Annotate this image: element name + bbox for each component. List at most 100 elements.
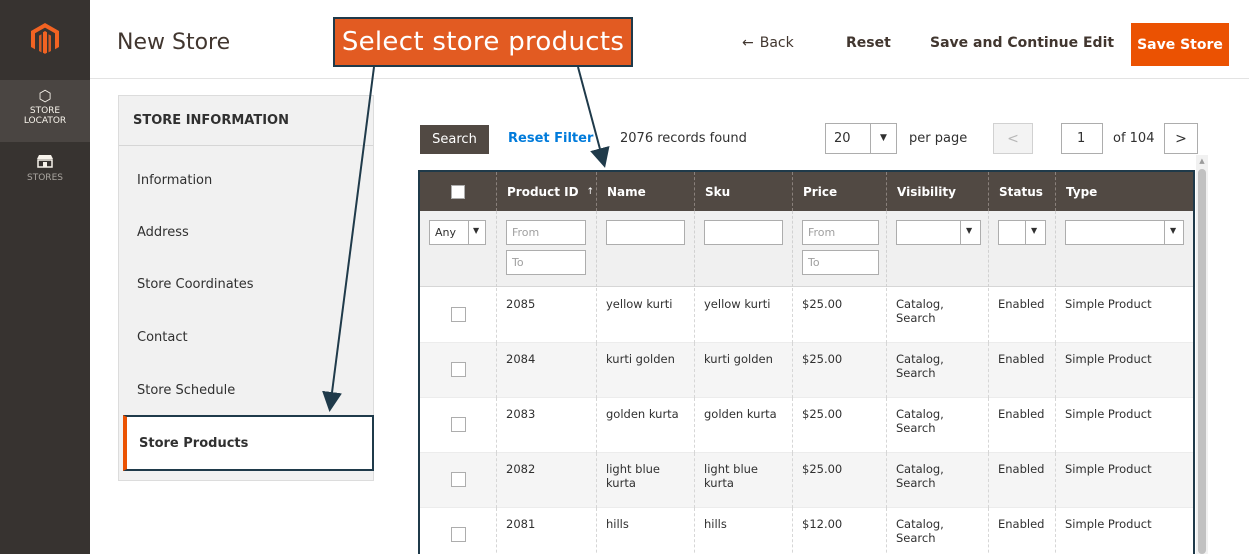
filter-visibility-select[interactable]: ▼ (896, 220, 981, 245)
arrow-left-icon: ← (742, 35, 754, 51)
back-button[interactable]: ← Back (742, 35, 794, 51)
table-row[interactable]: 2081 hills hills $12.00 Catalog, Search Enabl… (420, 508, 1193, 554)
save-store-button[interactable]: Save Store (1131, 23, 1229, 66)
cell-price: $25.00 (792, 398, 886, 453)
cell-visibility: Catalog, Search (886, 453, 988, 508)
filter-in-selection-select[interactable]: Any ▼ (429, 220, 486, 245)
table-row[interactable]: 2082 light blue kurta light blue kurta $25.… (420, 453, 1193, 508)
table-row[interactable]: 2085 yellow kurti yellow kurti $25.00 Catalo… (420, 288, 1193, 343)
column-sku[interactable]: Sku (694, 172, 792, 211)
nav-item-stores[interactable]: STORES (0, 150, 90, 190)
tab-store-schedule[interactable]: Store Schedule (119, 383, 373, 398)
nav-label-locator: LOCATOR (23, 116, 67, 126)
cell-select (420, 398, 496, 453)
cell-price: $25.00 (792, 343, 886, 398)
row-checkbox[interactable] (450, 362, 466, 377)
select-all-header (420, 172, 496, 211)
filter-name-cell (596, 211, 694, 287)
select-all-checkbox[interactable] (451, 184, 465, 199)
cell-price: $25.00 (792, 453, 886, 508)
filter-name-input[interactable] (606, 220, 685, 245)
table-row[interactable]: 2084 kurti golden kurti golden $25.00 Catalo… (420, 343, 1193, 398)
cell-name: hills (596, 508, 694, 554)
column-product-id[interactable]: Product ID ↑ (496, 172, 596, 211)
filter-sku-input[interactable] (704, 220, 783, 245)
cell-sku: golden kurta (694, 398, 792, 453)
save-and-continue-button[interactable]: Save and Continue Edit (930, 35, 1114, 51)
column-price[interactable]: Price (792, 172, 886, 211)
cell-sku: yellow kurti (694, 288, 792, 343)
grid-header: Product ID ↑ Name Sku Price Visibility St… (420, 172, 1193, 211)
reset-filter-link[interactable]: Reset Filter (508, 131, 593, 146)
row-checkbox[interactable] (450, 527, 466, 542)
nav-label-stores: STORES (27, 173, 63, 183)
filter-type-select[interactable]: ▼ (1065, 220, 1184, 245)
row-checkbox[interactable] (450, 307, 466, 322)
previous-page-button[interactable]: < (993, 123, 1033, 154)
filter-select-cell: Any ▼ (420, 211, 496, 287)
cell-sku: kurti golden (694, 343, 792, 398)
column-visibility[interactable]: Visibility (886, 172, 988, 211)
cell-select (420, 453, 496, 508)
column-name[interactable]: Name (596, 172, 694, 211)
cell-type: Simple Product (1055, 508, 1193, 554)
filter-type-cell: ▼ (1055, 211, 1193, 287)
magento-logo-icon[interactable] (0, 0, 90, 78)
reset-button[interactable]: Reset (846, 35, 891, 51)
per-page-value: 20 (834, 131, 851, 146)
page-number-input[interactable]: 1 (1061, 123, 1103, 154)
chevron-left-icon: < (1007, 130, 1019, 147)
tab-store-coordinates[interactable]: Store Coordinates (119, 277, 373, 292)
cell-select (420, 508, 496, 554)
grid-scrollbar[interactable]: ▲ (1196, 155, 1208, 554)
select-divider (1164, 221, 1165, 244)
annotation-callout: Select store products (333, 17, 633, 67)
search-button[interactable]: Search (420, 125, 489, 154)
row-checkbox[interactable] (450, 472, 466, 487)
header-divider (90, 78, 1249, 79)
cell-type: Simple Product (1055, 343, 1193, 398)
filter-visibility-cell: ▼ (886, 211, 988, 287)
filter-product-id-to[interactable]: To (506, 250, 586, 275)
filter-row: Any ▼ From To From To ▼ ▼ ▼ (420, 211, 1193, 287)
filter-status-cell: ▼ (988, 211, 1055, 287)
cell-name: light blue kurta (596, 453, 694, 508)
tab-address[interactable]: Address (119, 225, 373, 240)
store-information-title: STORE INFORMATION (133, 113, 289, 128)
select-divider (1025, 221, 1026, 244)
tab-information[interactable]: Information (119, 173, 373, 188)
tab-store-products[interactable]: Store Products (123, 415, 374, 471)
row-checkbox[interactable] (450, 417, 466, 432)
caret-down-icon: ▼ (880, 133, 887, 143)
products-grid: Product ID ↑ Name Sku Price Visibility St… (418, 170, 1195, 554)
scroll-up-icon[interactable]: ▲ (1196, 155, 1208, 167)
hexagon-icon: ⬡ (38, 87, 52, 105)
filter-product-id-from[interactable]: From (506, 220, 586, 245)
cell-visibility: Catalog, Search (886, 288, 988, 343)
caret-down-icon: ▼ (473, 226, 480, 235)
filter-product-id-cell: From To (496, 211, 596, 287)
storefront-icon (36, 154, 54, 171)
scrollbar-thumb[interactable] (1198, 169, 1206, 554)
cell-select (420, 288, 496, 343)
cell-type: Simple Product (1055, 453, 1193, 508)
per-page-select[interactable]: 20 ▼ (825, 123, 897, 154)
cell-type: Simple Product (1055, 288, 1193, 343)
table-row[interactable]: 2083 golden kurta golden kurta $25.00 Catalo… (420, 398, 1193, 453)
next-page-button[interactable]: > (1164, 123, 1198, 154)
column-status[interactable]: Status (988, 172, 1055, 211)
column-type[interactable]: Type (1055, 172, 1193, 211)
nav-label-store: STORE (29, 106, 61, 116)
cell-status: Enabled (988, 398, 1055, 453)
filter-price-from[interactable]: From (802, 220, 879, 245)
select-divider (468, 221, 469, 244)
filter-status-select[interactable]: ▼ (998, 220, 1046, 245)
cell-sku: light blue kurta (694, 453, 792, 508)
filter-price-to[interactable]: To (802, 250, 879, 275)
tab-contact[interactable]: Contact (119, 330, 373, 345)
chevron-right-icon: > (1175, 130, 1187, 147)
nav-item-store-locator[interactable]: ⬡ STORE LOCATOR (0, 80, 90, 142)
column-label: Product ID (507, 184, 579, 199)
select-divider (960, 221, 961, 244)
caret-down-icon: ▼ (1170, 226, 1177, 235)
